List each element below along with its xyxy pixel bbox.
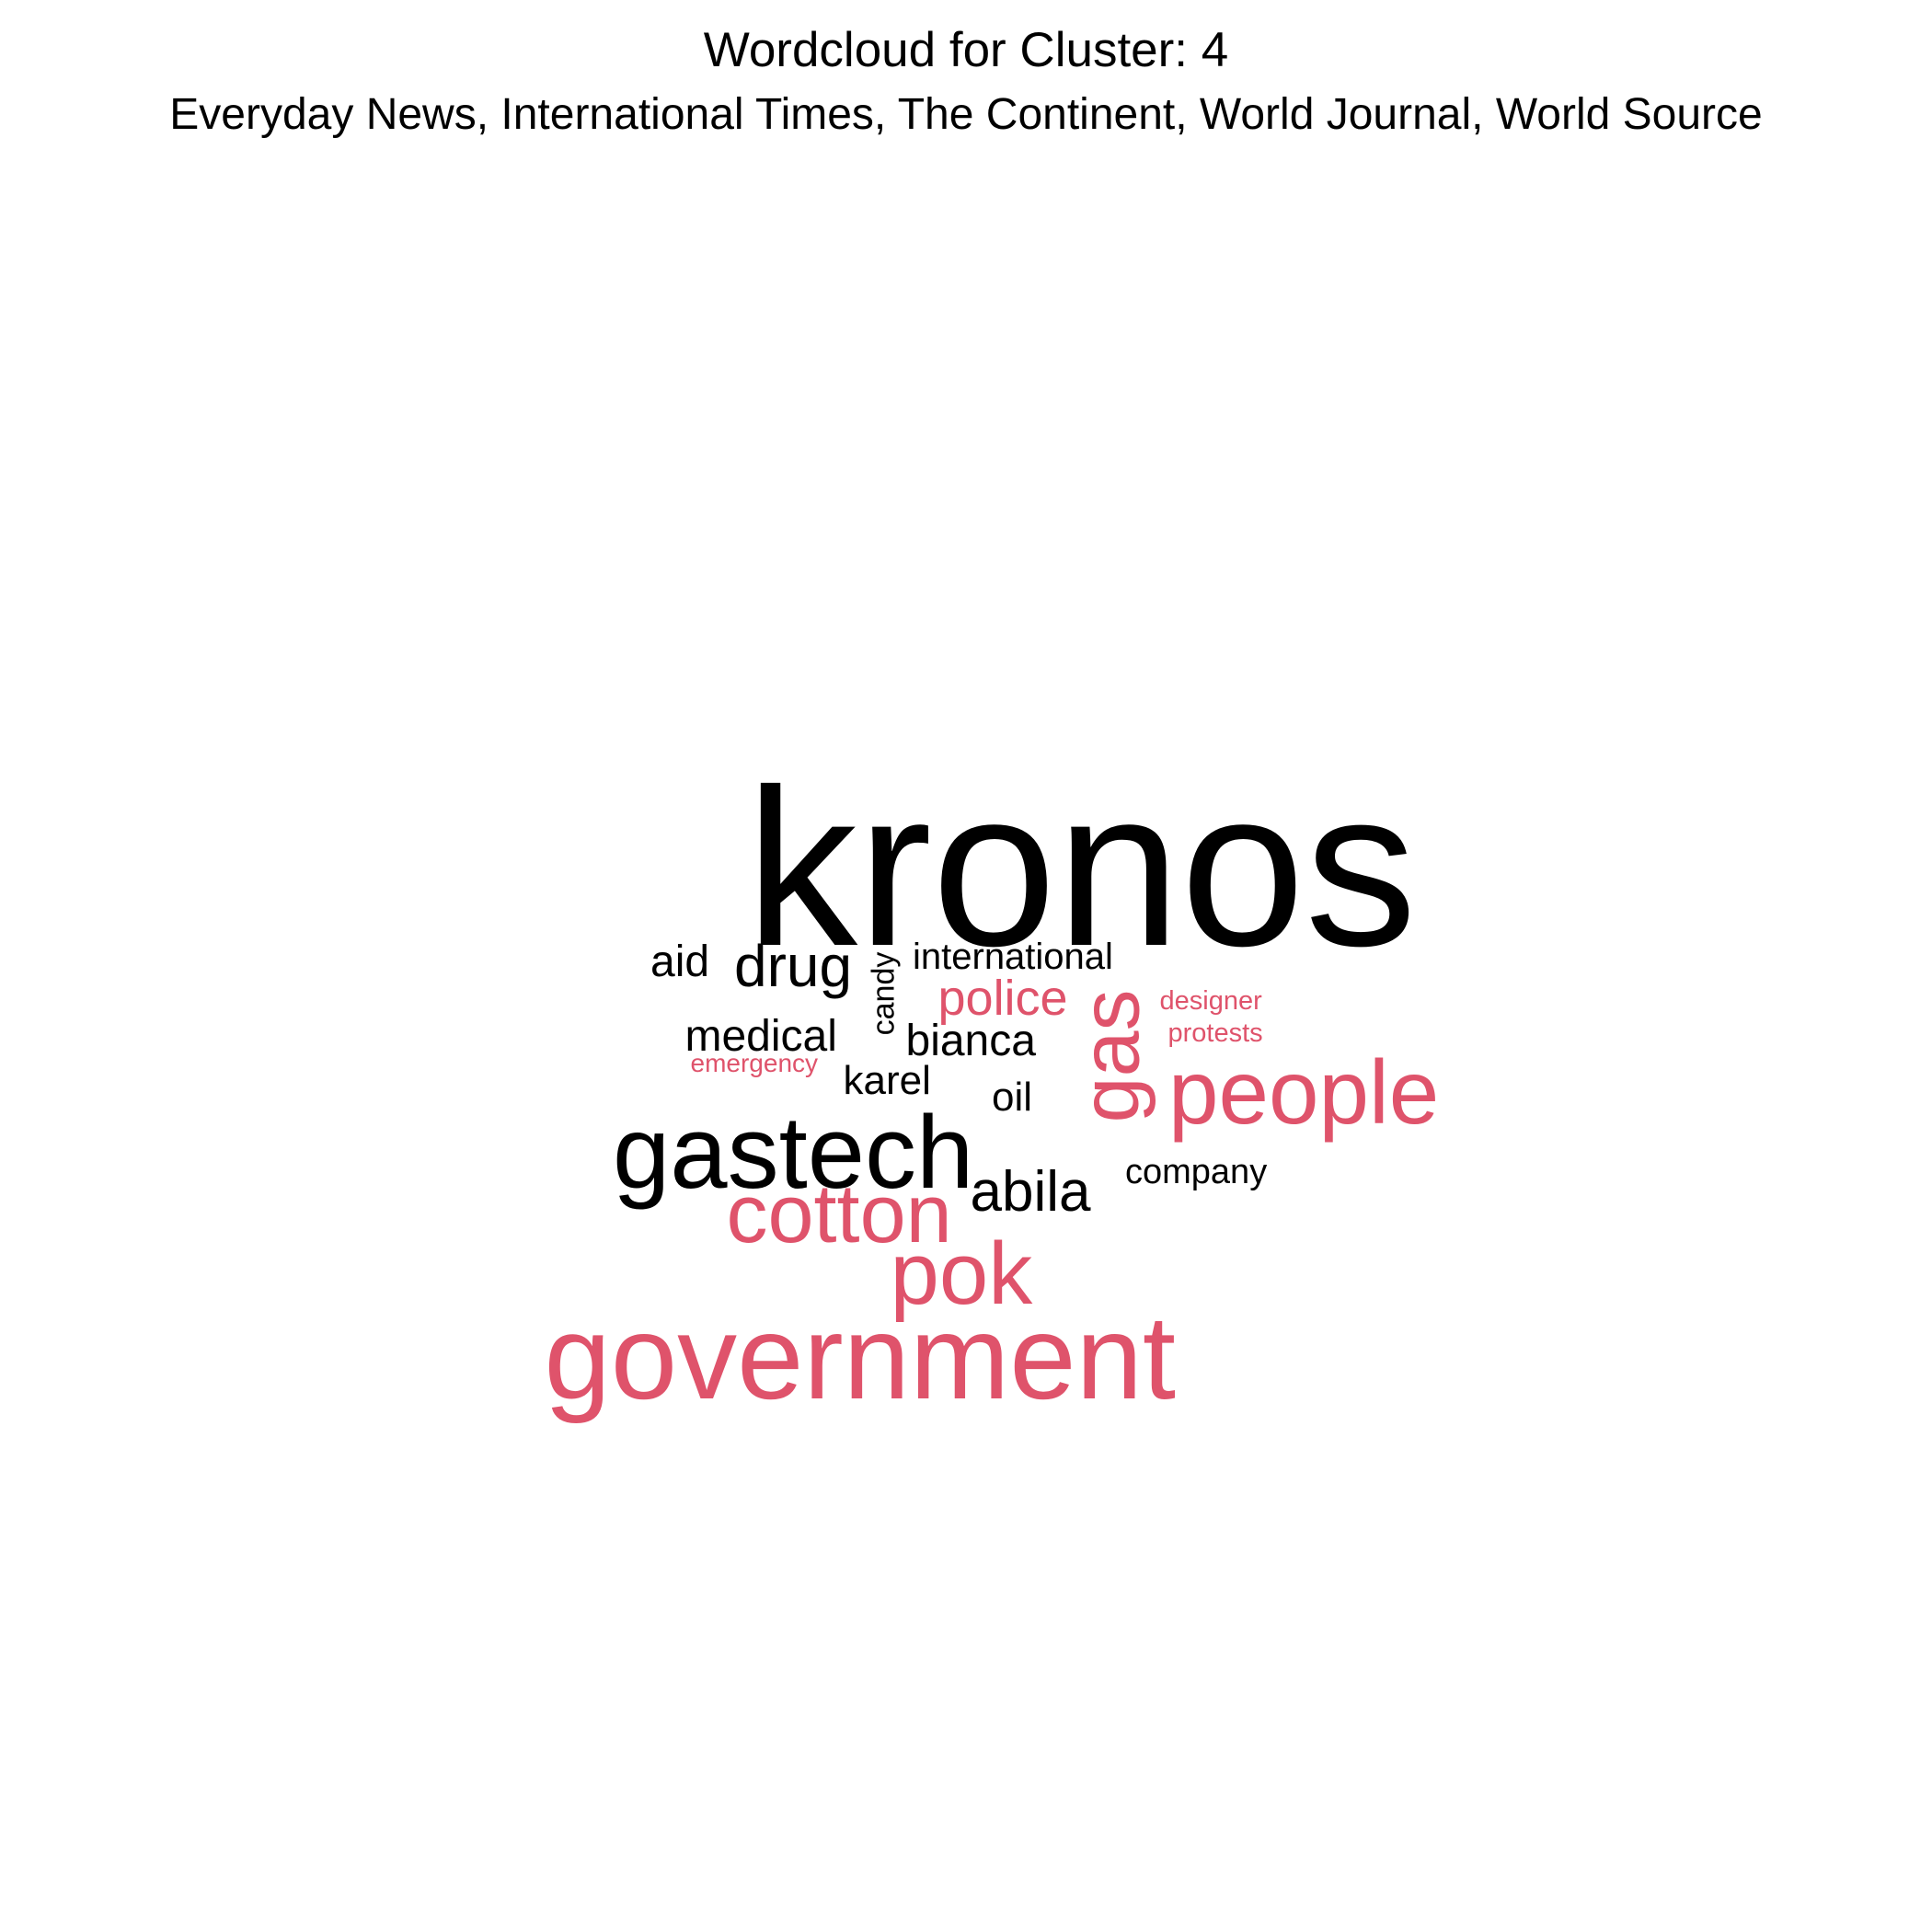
- wordcloud-figure: Wordcloud for Cluster: 4 Everyday News, …: [0, 0, 1932, 1932]
- word-abila: abila: [970, 1160, 1091, 1224]
- word-drug: drug: [734, 933, 853, 999]
- word-candy: candy: [865, 951, 901, 1036]
- word-people: people: [1168, 1041, 1440, 1143]
- word-gas: gas: [1064, 989, 1157, 1123]
- word-karel: karel: [843, 1058, 931, 1103]
- word-cotton: cotton: [726, 1168, 952, 1260]
- word-international: international: [913, 937, 1113, 977]
- word-bianca: bianca: [905, 1017, 1036, 1065]
- word-government: government: [544, 1290, 1177, 1424]
- word-protests: protests: [1167, 1018, 1263, 1048]
- word-emergency: emergency: [690, 1049, 819, 1077]
- word-oil: oil: [992, 1075, 1033, 1120]
- word-aid: aid: [650, 937, 710, 986]
- figure-subtitle: Everyday News, International Times, The …: [169, 90, 1763, 139]
- word-company: company: [1125, 1153, 1268, 1191]
- word-police: police: [937, 971, 1068, 1026]
- figure-title: Wordcloud for Cluster: 4: [703, 23, 1229, 77]
- word-designer: designer: [1159, 985, 1262, 1016]
